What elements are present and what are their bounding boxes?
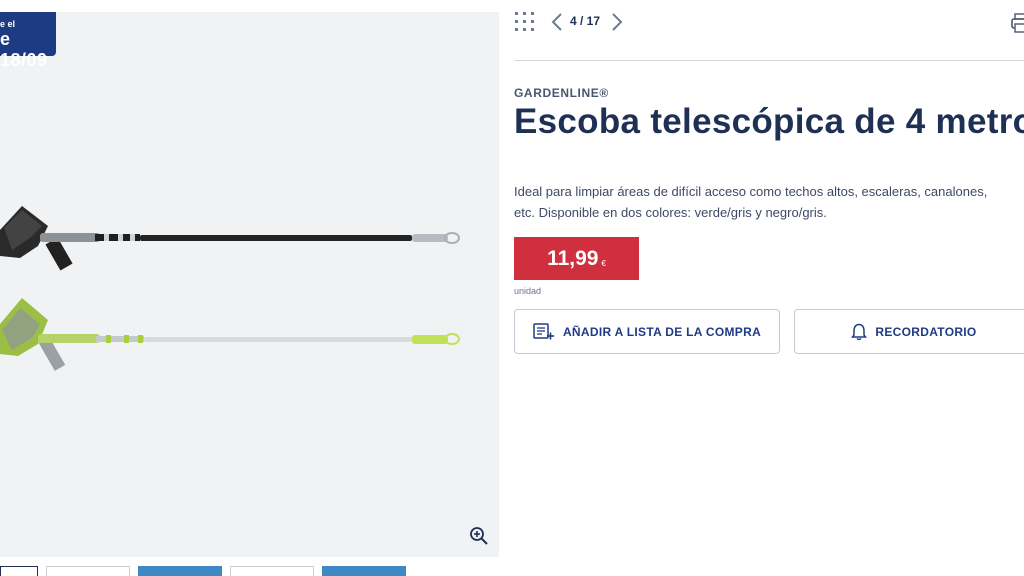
add-to-shopping-list-button[interactable]: AÑADIR A LISTA DE LA COMPRA: [514, 309, 780, 354]
list-add-icon: [533, 322, 554, 339]
image-pager: 4 / 17: [570, 14, 601, 28]
thumbnail-3[interactable]: [138, 566, 222, 576]
print-icon[interactable]: [1011, 13, 1024, 33]
price-currency: €: [601, 259, 606, 268]
grid-icon[interactable]: [514, 11, 536, 33]
chevron-left-icon[interactable]: [550, 12, 564, 32]
black-broom-image: [0, 206, 460, 271]
bell-icon: [851, 323, 868, 340]
thumbnail-5[interactable]: [322, 566, 406, 576]
green-broom-image: [0, 298, 460, 371]
product-image-gallery[interactable]: e el e 18/09: [0, 12, 499, 557]
reminder-label: RECORDATORIO: [875, 324, 977, 339]
price-unit: unidad: [514, 286, 542, 296]
thumbnail-2[interactable]: [46, 566, 130, 576]
description-line-1: Ideal para limpiar áreas de difícil acce…: [514, 184, 988, 199]
product-title: Escoba telescópica de 4 metros: [514, 102, 1024, 141]
header-divider: [514, 60, 1024, 61]
product-brand: GARDENLINE®: [514, 86, 609, 100]
thumbnail-1[interactable]: [0, 566, 38, 576]
price-value: 11,99: [547, 246, 599, 270]
reminder-button[interactable]: RECORDATORIO: [794, 309, 1024, 354]
badge-date: e 18/09: [0, 29, 48, 70]
product-nav-bar: 4 / 17: [514, 0, 1024, 44]
description-line-2: etc. Disponible en dos colores: verde/gr…: [514, 205, 827, 220]
badge-label: e el: [0, 19, 16, 29]
product-description: Ideal para limpiar áreas de difícil acce…: [514, 181, 1024, 223]
thumbnail-4[interactable]: [230, 566, 314, 576]
price-tag: 11,99 €: [514, 237, 639, 280]
offer-date-badge: e el e 18/09: [0, 12, 56, 70]
chevron-right-icon[interactable]: [610, 12, 624, 32]
thumbnail-strip: [0, 566, 499, 576]
add-to-shopping-list-label: AÑADIR A LISTA DE LA COMPRA: [562, 324, 762, 339]
zoom-in-icon[interactable]: [469, 526, 489, 546]
